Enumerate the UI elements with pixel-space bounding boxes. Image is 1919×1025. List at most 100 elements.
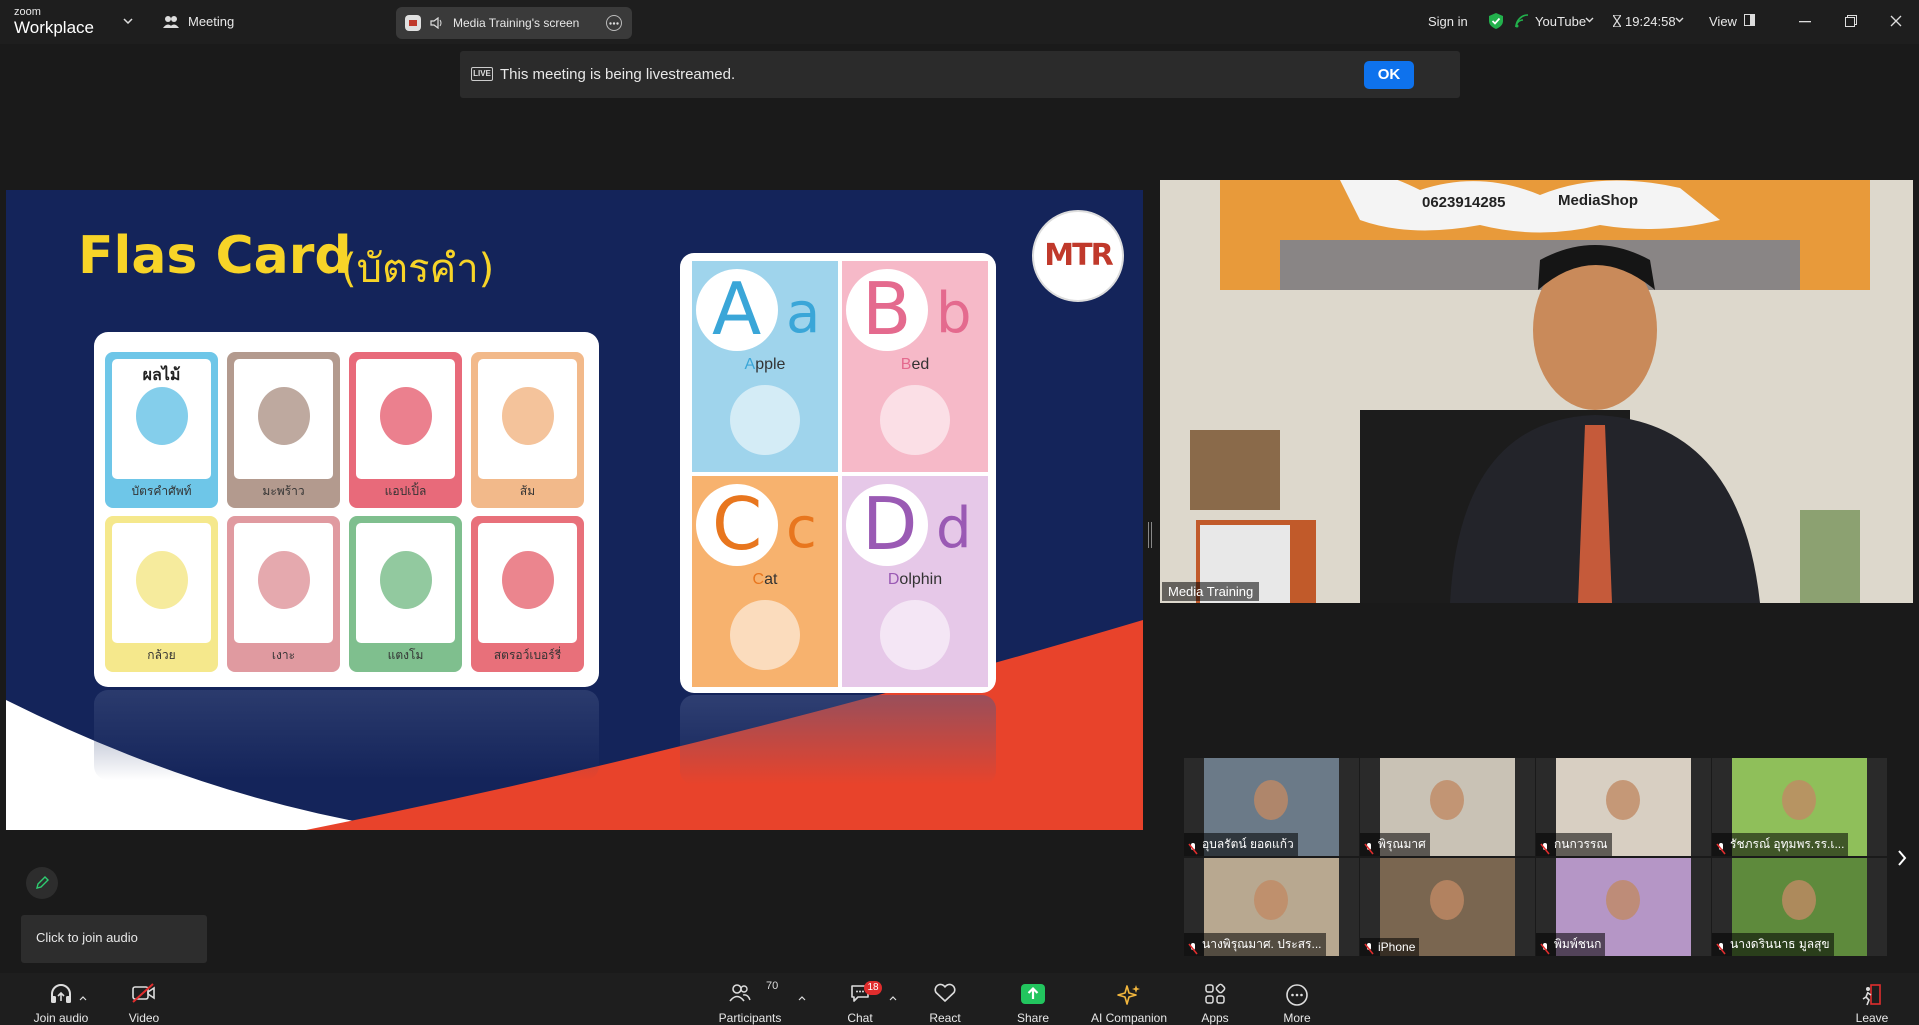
minimize-icon[interactable] <box>1797 14 1813 30</box>
meeting-toolbar: Join audio Video 70 Participants 18 Chat… <box>0 973 1919 1025</box>
headphones-icon <box>51 984 71 1003</box>
logo-text: MTR <box>1044 238 1113 273</box>
caret-up-icon[interactable] <box>888 993 898 1003</box>
annotate-button[interactable] <box>26 867 58 899</box>
chevron-down-icon[interactable] <box>121 14 135 28</box>
restore-icon[interactable] <box>1843 13 1859 29</box>
shared-screen-tab[interactable]: Media Training's screen <box>396 7 632 39</box>
lowercase-letter: c <box>786 496 817 561</box>
flash-card: แตงโม <box>349 516 462 672</box>
alphabet-illustration <box>880 385 950 455</box>
participant-silhouette <box>1430 780 1464 820</box>
lowercase-letter: b <box>936 281 972 346</box>
participants-button[interactable]: 70 Participants <box>712 973 788 1025</box>
flash-card: แอปเปิ้ล <box>349 352 462 508</box>
participant-tile[interactable]: รัชภรณ์ อุทุมพร.รร.เ... <box>1712 758 1887 856</box>
participant-tile[interactable]: กนกวรรณ <box>1536 758 1711 856</box>
speaker-name-tag: Media Training <box>1162 582 1260 601</box>
more-label: More <box>1283 1011 1311 1025</box>
chevron-right-icon[interactable] <box>1892 846 1912 870</box>
slide-subtitle: (บัตรคำ) <box>341 246 495 292</box>
speaker-scene <box>1160 180 1913 603</box>
react-label: React <box>929 1011 961 1025</box>
video-button[interactable]: Video <box>118 973 170 1025</box>
active-speaker-video[interactable]: 0623914285 MediaShop Media Training <box>1160 180 1913 603</box>
flash-card: สตรอว์เบอร์รี่ <box>471 516 584 672</box>
ok-button[interactable]: OK <box>1364 61 1414 89</box>
participant-tile[interactable]: พิมพ์ชนก <box>1536 858 1711 956</box>
participant-tile[interactable]: อุบลรัตน์ ยอดแก้ว <box>1184 758 1359 856</box>
alphabet-word-initial: A <box>744 356 756 373</box>
join-audio-label: Join audio <box>33 1011 89 1025</box>
participants-icon <box>729 984 751 1002</box>
caret-up-icon[interactable] <box>797 993 807 1003</box>
mic-muted-icon <box>1540 942 1550 955</box>
fruit-illustration <box>258 387 310 445</box>
ai-companion-button[interactable]: AI Companion <box>1088 973 1170 1025</box>
sign-in-button[interactable]: Sign in <box>1428 14 1468 29</box>
alphabet-word: Bed <box>842 356 988 374</box>
leave-label: Leave <box>1855 1011 1889 1025</box>
chevron-down-icon[interactable] <box>1584 15 1594 25</box>
chat-button[interactable]: 18 Chat <box>836 973 884 1025</box>
alphabet-word-rest: at <box>764 571 778 588</box>
alphabet-word-initial: B <box>900 356 912 373</box>
flash-card-picture <box>234 359 333 479</box>
participant-silhouette <box>1782 880 1816 920</box>
flash-card-picture <box>478 359 577 479</box>
mic-muted-icon <box>1364 842 1374 855</box>
split-resize-handle[interactable] <box>1148 522 1152 548</box>
fruit-illustration <box>502 551 554 609</box>
chevron-down-icon[interactable] <box>1674 15 1684 25</box>
fruit-illustration <box>136 551 188 609</box>
alphabet-illustration <box>880 600 950 670</box>
view-layout-icon[interactable] <box>1743 13 1755 27</box>
alphabet-card: Aa Apple <box>692 261 838 472</box>
meeting-people-icon[interactable] <box>162 13 180 31</box>
leave-button[interactable]: Leave <box>1852 973 1892 1025</box>
flash-card-label: เงาะ <box>271 648 296 662</box>
card-reflection <box>94 690 599 780</box>
participant-tile[interactable]: พิรุณมาศ <box>1360 758 1535 856</box>
alphabet-word: Dolphin <box>842 571 988 589</box>
livestream-icon[interactable] <box>1514 13 1530 29</box>
flash-card-picture <box>356 359 455 479</box>
participant-silhouette <box>1254 780 1288 820</box>
close-icon[interactable] <box>1888 13 1904 29</box>
mtr-logo: MTR <box>1032 210 1124 302</box>
meeting-tab-label[interactable]: Meeting <box>188 14 234 29</box>
alphabet-word-initial: C <box>752 571 765 588</box>
speaker-volume-icon <box>430 16 444 30</box>
ai-companion-label: AI Companion <box>1090 1011 1168 1025</box>
participant-gallery: อุบลรัตน์ ยอดแก้ว พิรุณมาศ กนกวรรณ รัชภรณ์ … <box>1184 758 1890 956</box>
shield-check-icon[interactable] <box>1488 12 1504 30</box>
share-button[interactable]: Share <box>1008 973 1058 1025</box>
participant-tile[interactable]: iPhone <box>1360 858 1535 956</box>
mic-muted-icon <box>1188 942 1198 955</box>
mic-muted-icon <box>1716 942 1726 955</box>
react-button[interactable]: React <box>920 973 970 1025</box>
flash-card: เงาะ <box>227 516 340 672</box>
flash-card-header: ผลไม้ <box>142 367 181 384</box>
flash-card-label: กล้วย <box>147 648 176 662</box>
lowercase-letter: a <box>786 281 821 346</box>
mic-muted-icon <box>1188 842 1198 855</box>
video-off-icon <box>132 983 155 1003</box>
more-options-icon[interactable] <box>606 15 622 31</box>
shared-screen: Flas Card (บัตรคำ) MTR ผลไม้ บัตรคำศัพท์ม… <box>6 190 1143 830</box>
alphabet-card: Bb Bed <box>842 261 988 472</box>
alphabet-word: Apple <box>692 356 838 374</box>
sparkle-icon <box>1117 985 1140 1005</box>
livestream-target-label[interactable]: YouTube <box>1535 14 1586 29</box>
participants-count: 70 <box>766 980 779 992</box>
apps-button[interactable]: Apps <box>1190 973 1240 1025</box>
view-button[interactable]: View <box>1709 14 1737 29</box>
participant-name: อุบลรัตน์ ยอดแก้ว <box>1184 833 1298 856</box>
participant-tile[interactable]: นางดรินนาธ มูลสุข <box>1712 858 1887 956</box>
more-button[interactable]: More <box>1272 973 1322 1025</box>
caret-up-icon[interactable] <box>78 993 88 1003</box>
participant-silhouette <box>1606 780 1640 820</box>
flash-card: กล้วย <box>105 516 218 672</box>
participant-silhouette <box>1254 880 1288 920</box>
participant-tile[interactable]: นางพิรุณมาศ. ประสร... <box>1184 858 1359 956</box>
